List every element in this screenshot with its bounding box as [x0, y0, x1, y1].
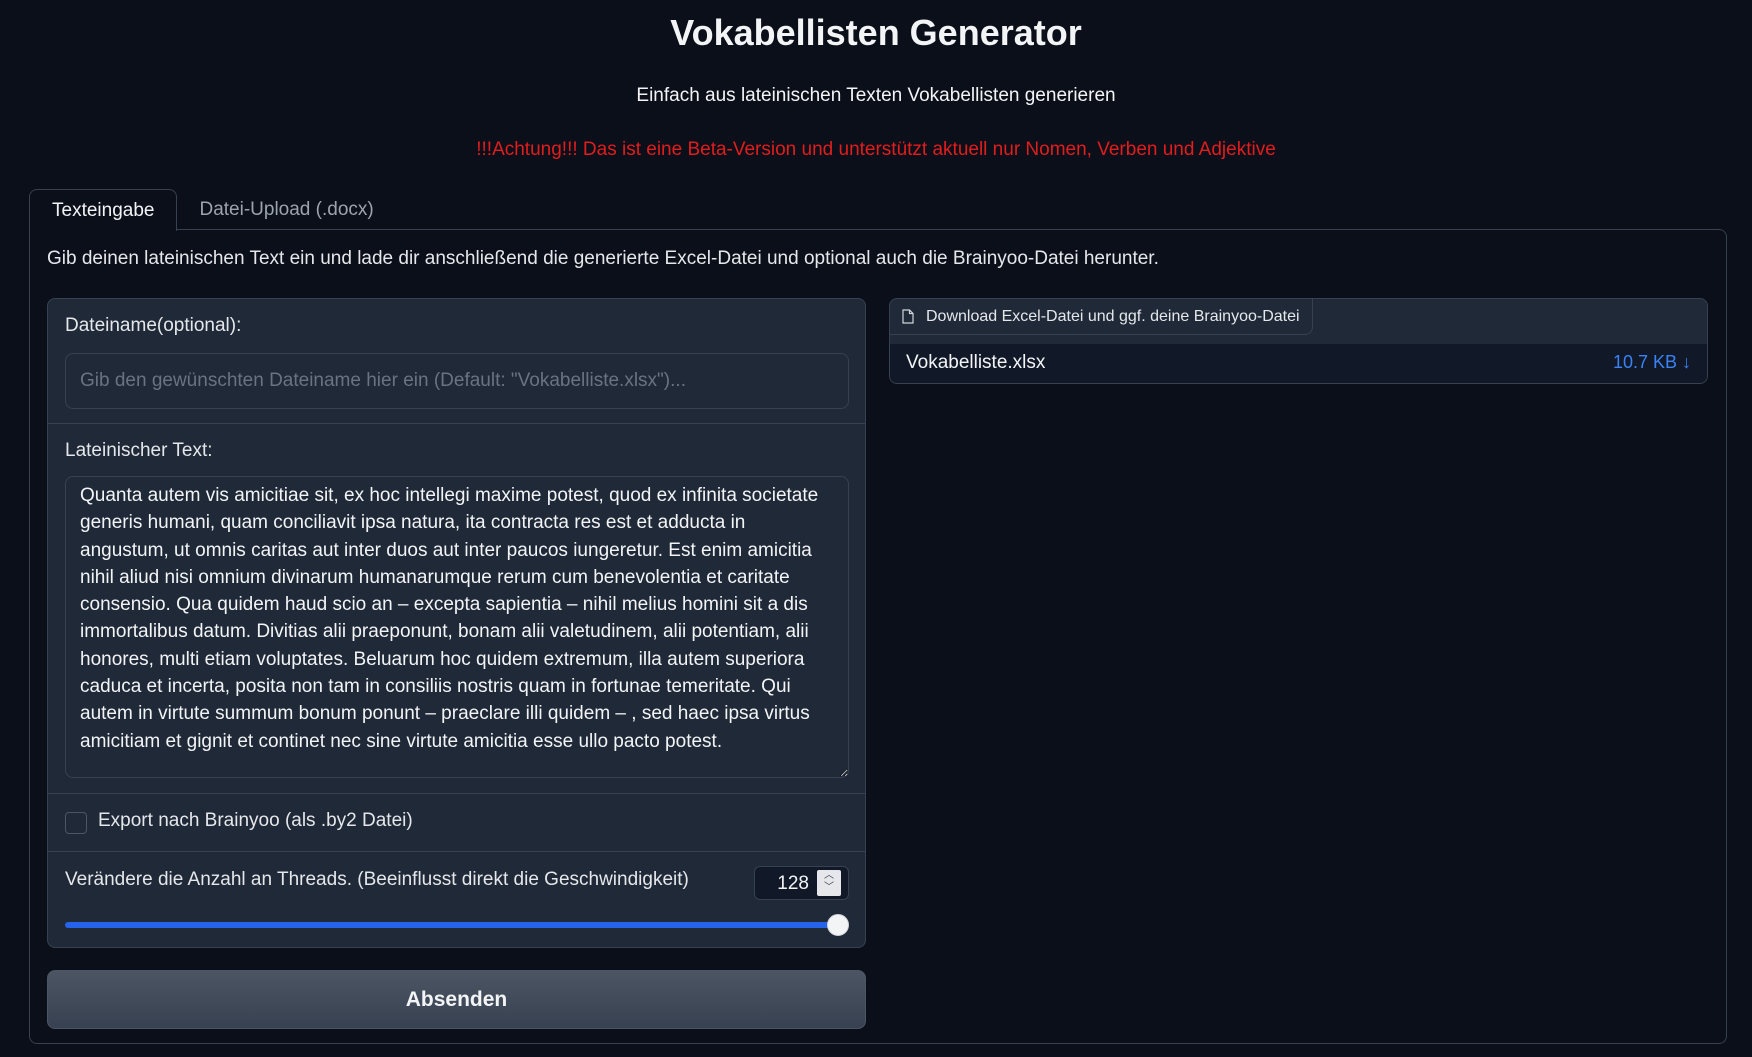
- threads-section: Verändere die Anzahl an Threads. (Beeinf…: [48, 852, 865, 947]
- spinner-icon[interactable]: ︿ ﹀: [817, 870, 841, 896]
- download-header: Download Excel-Datei und ggf. deine Brai…: [890, 299, 1313, 335]
- panel-description: Gib deinen lateinischen Text ein und lad…: [47, 248, 1159, 269]
- tabs-nav: Texteingabe Datei-Upload (.docx): [29, 189, 396, 231]
- input-form: Dateiname(optional): Lateinischer Text: …: [47, 298, 866, 948]
- tab-texteingabe[interactable]: Texteingabe: [29, 189, 178, 231]
- latin-text-label: Lateinischer Text:: [65, 440, 213, 461]
- latin-text-section: Lateinischer Text: Quanta autem vis amic…: [48, 424, 865, 794]
- export-section: Export nach Brainyoo (als .by2 Datei): [48, 794, 865, 852]
- threads-slider-track[interactable]: [65, 922, 837, 928]
- filename-input[interactable]: [65, 353, 849, 409]
- file-download-link[interactable]: 10.7 KB ↓: [1613, 352, 1691, 373]
- threads-label: Verändere die Anzahl an Threads. (Beeinf…: [65, 869, 689, 890]
- download-output: Download Excel-Datei und ggf. deine Brai…: [889, 298, 1708, 384]
- threads-number-input[interactable]: 128 ︿ ﹀: [754, 866, 849, 900]
- file-icon: [902, 309, 914, 324]
- threads-slider-thumb[interactable]: [827, 914, 849, 936]
- file-row: Vokabelliste.xlsx 10.7 KB ↓: [890, 344, 1707, 383]
- beta-warning: !!!Achtung!!! Das ist eine Beta-Version …: [476, 139, 1276, 160]
- tab-datei-upload[interactable]: Datei-Upload (.docx): [177, 189, 395, 231]
- download-header-label: Download Excel-Datei und ggf. deine Brai…: [926, 307, 1300, 325]
- threads-value[interactable]: 128: [769, 873, 809, 895]
- filename-label: Dateiname(optional):: [65, 315, 242, 336]
- filename-section: Dateiname(optional):: [48, 299, 865, 424]
- export-brainyoo-checkbox[interactable]: [65, 812, 87, 834]
- export-brainyoo-label[interactable]: Export nach Brainyoo (als .by2 Datei): [98, 810, 413, 832]
- submit-button[interactable]: Absenden: [47, 970, 866, 1029]
- page-title: Vokabellisten Generator: [670, 12, 1082, 53]
- page-subtitle: Einfach aus lateinischen Texten Vokabell…: [636, 85, 1116, 106]
- file-name: Vokabelliste.xlsx: [906, 352, 1046, 373]
- latin-text-input[interactable]: Quanta autem vis amicitiae sit, ex hoc i…: [65, 476, 849, 778]
